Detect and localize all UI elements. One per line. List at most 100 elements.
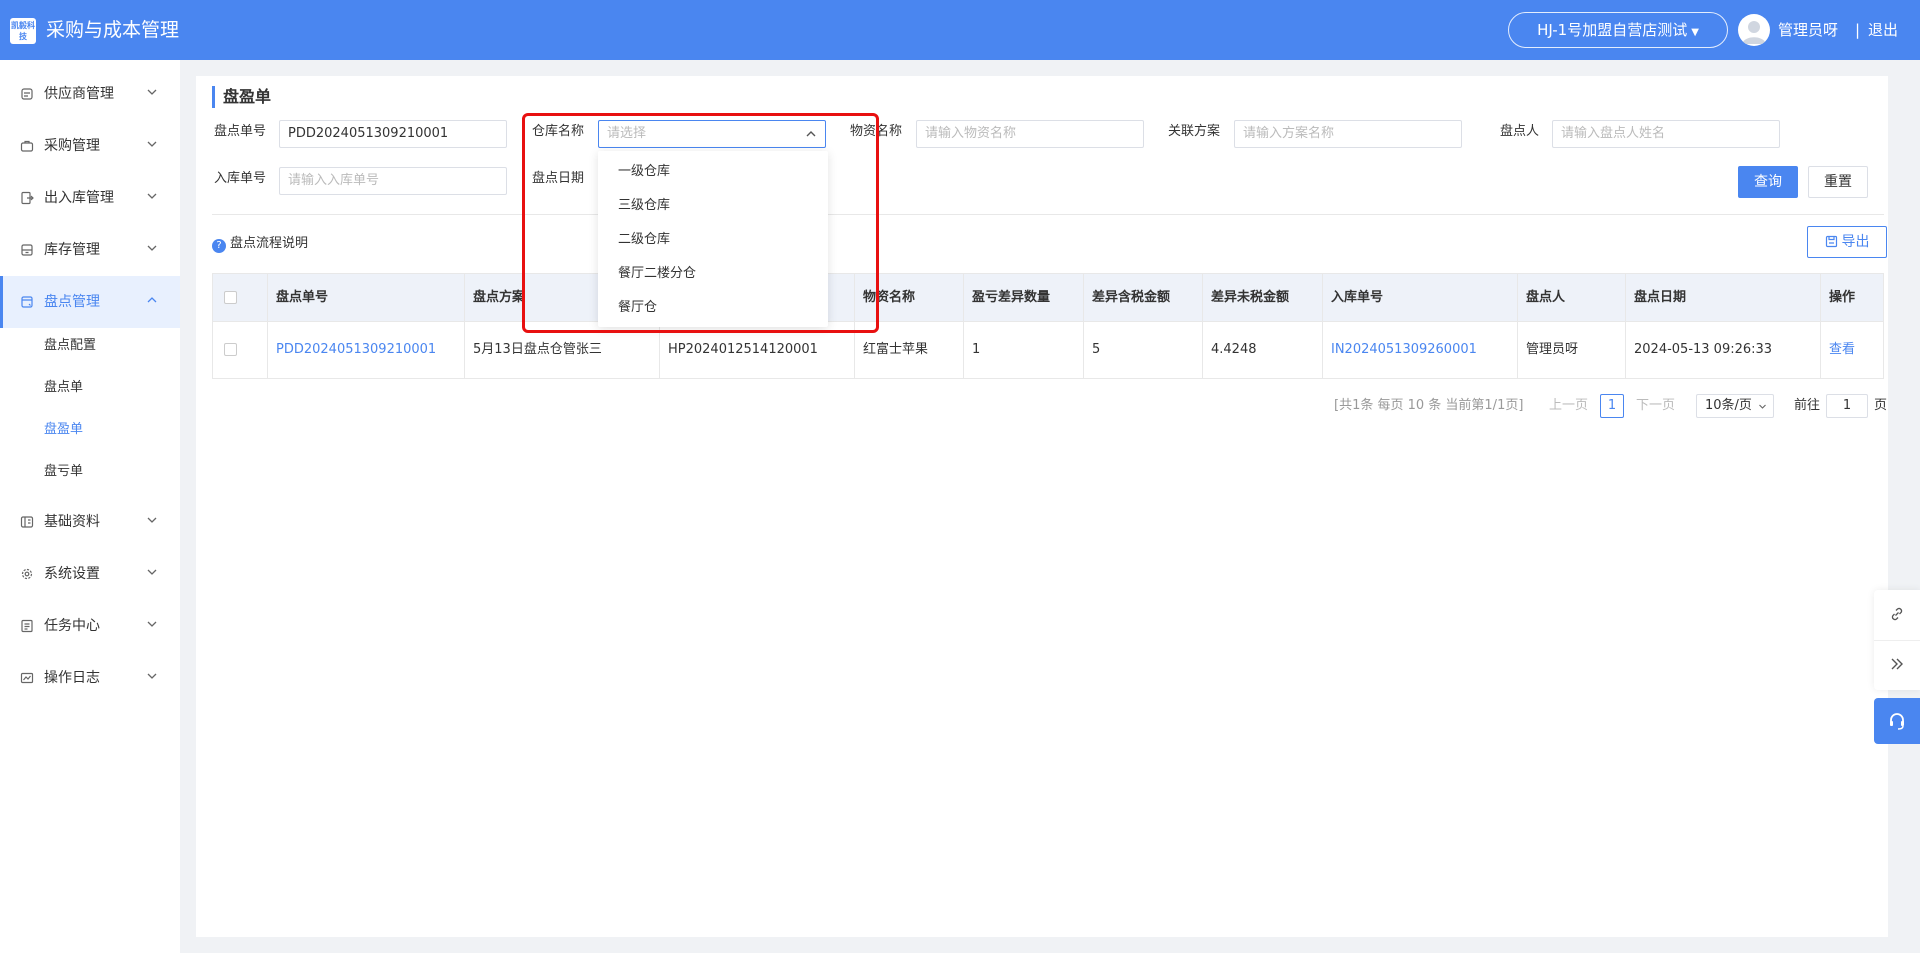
floating-toolbar [1874,590,1920,690]
sidebar-subitem-stocktake-config[interactable]: 盘点配置 [44,336,96,356]
goto-page-input[interactable]: 1 [1826,394,1868,418]
counter-label: 盘点人 [1500,124,1540,139]
date-cell: 2024-05-13 09:26:33 [1626,322,1821,378]
sidebar-item-inout[interactable]: 出入库管理 [0,172,180,224]
headset-icon [1890,713,1904,730]
pagination-summary: [共1条 每页 10 条 当前第1/1页] [1334,398,1524,413]
surplus-table: 盘点单号 盘点方案 物资名称 盈亏差异数量 差异含税金额 差异未税金额 入库单号… [212,273,1884,379]
code-cell: HP2024012514120001 [660,322,855,378]
col-header: 物资名称 [855,274,964,321]
material-input[interactable]: 请输入物资名称 [916,120,1144,148]
user-name[interactable]: 管理员呀 [1778,19,1838,41]
qty-diff-cell: 1 [964,322,1084,378]
chevron-down-icon [147,89,157,95]
sidebar-item-task-center[interactable]: 任务中心 [0,600,180,652]
sidebar-item-inventory[interactable]: 库存管理 [0,224,180,276]
inbound-no-input[interactable]: 请输入入库单号 [279,167,507,195]
export-button[interactable]: 导出 [1807,226,1887,258]
store-selector-button[interactable]: HJ-1号加盟自营店测试 ▼ [1508,12,1728,48]
warehouse-select[interactable]: 请选择 [598,120,826,148]
col-header: 操作 [1829,290,1856,305]
row-select-cell [213,322,268,378]
select-all-checkbox[interactable] [224,291,237,304]
task-icon [21,619,33,633]
sidebar-item-label: 盘点管理 [44,294,100,310]
stocktake-no-input[interactable]: PDD2024051309210001 [279,120,507,148]
plan-label: 关联方案 [1168,124,1221,139]
warehouse-option[interactable]: 餐厅二楼分仓 [618,264,696,284]
export-icon [1825,235,1837,248]
page-unit-label: 页 [1874,398,1888,413]
sidebar-item-stocktake[interactable]: 盘点管理 [0,276,180,328]
page-number-current[interactable]: 1 [1600,394,1624,418]
reset-button[interactable]: 重置 [1808,166,1868,198]
chevron-up-icon [147,297,157,303]
logout-link[interactable]: 退出 [1868,19,1898,41]
material-cell: 红富士苹果 [855,322,964,378]
prev-page-button[interactable]: 上一页 [1549,396,1588,416]
inbound-no-link[interactable]: IN2024051309260001 [1323,322,1518,378]
warehouse-option[interactable]: 二级仓库 [618,230,670,250]
col-header: 盈亏差异数量 [964,274,1084,321]
sidebar-item-label: 系统设置 [44,566,100,582]
inventory-icon [21,244,33,256]
chevron-down-icon [147,517,157,523]
divider [1874,640,1920,641]
stocktake-no-link[interactable]: PDD2024051309210001 [268,322,465,378]
supplier-icon [21,88,33,100]
sidebar-subitem-loss-order[interactable]: 盘亏单 [44,462,83,482]
avatar[interactable] [1738,14,1770,46]
chevron-down-icon [147,673,157,679]
table-header: 盘点单号 盘点方案 物资名称 盈亏差异数量 差异含税金额 差异未税金额 入库单号… [213,274,1883,322]
question-icon: ? [212,239,226,253]
stocktake-icon [21,296,33,308]
header-separator: | [1855,21,1861,39]
store-selector-label: HJ-1号加盟自营店测试 [1537,21,1688,39]
divider [212,214,1884,215]
main-panel: 盘盈单 盘点单号 PDD2024051309210001 仓库名称 请选择 物资… [196,76,1888,937]
chevron-down-icon [147,569,157,575]
table-row: PDD2024051309210001 5月13日盘点仓管张三 HP202401… [213,322,1883,378]
sidebar-item-supplier[interactable]: 供应商管理 [0,68,180,120]
sidebar-subitem-surplus-order[interactable]: 盘盈单 [44,420,83,440]
sidebar-item-purchase[interactable]: 采购管理 [0,120,180,172]
col-header: 盘点日期 [1626,274,1821,321]
sidebar-item-operation-log[interactable]: 操作日志 [0,652,180,704]
inbound-no-label: 入库单号 [214,171,267,186]
inout-icon [21,191,34,205]
double-chevron-right-icon[interactable] [1889,656,1905,672]
warehouse-select-placeholder: 请选择 [607,126,647,141]
sidebar-subitem-stocktake-order[interactable]: 盘点单 [44,378,83,398]
sidebar-item-basic-data[interactable]: 基础资料 [0,496,180,548]
customer-service-button[interactable] [1874,698,1920,744]
sidebar: 供应商管理 采购管理 出入库管理 库存管理 盘点管理 盘点配置 盘点单 盘盈单 … [0,60,180,953]
next-page-button[interactable]: 下一页 [1636,396,1675,416]
view-link[interactable]: 查看 [1821,322,1885,378]
col-header: 盘点人 [1518,274,1626,321]
sidebar-item-settings[interactable]: 系统设置 [0,548,180,600]
material-label: 物资名称 [850,124,903,139]
warehouse-option[interactable]: 三级仓库 [618,196,670,216]
query-button[interactable]: 查询 [1738,166,1798,198]
chevron-down-icon [147,245,157,251]
basic-data-icon [20,516,34,528]
counter-cell: 管理员呀 [1518,322,1626,378]
warehouse-option[interactable]: 一级仓库 [618,162,670,182]
gear-icon [21,568,33,580]
logo-text: 凯毅科技 [11,21,35,41]
warehouse-dropdown: 一级仓库 三级仓库 二级仓库 餐厅二楼分仓 餐厅仓 [598,151,828,327]
row-checkbox[interactable] [224,343,237,356]
chevron-down-icon [147,621,157,627]
page-size-select[interactable]: 10条/页 [1696,394,1774,418]
link-icon[interactable] [1889,606,1905,622]
counter-input[interactable]: 请输入盘点人姓名 [1552,120,1780,148]
sidebar-item-label: 基础资料 [44,514,100,530]
caret-down-icon: ▼ [1691,27,1699,38]
plan-input[interactable]: 请输入方案名称 [1234,120,1462,148]
col-header: 差异含税金额 [1084,274,1203,321]
user-avatar-icon [1742,21,1766,44]
amount-tax-cell: 5 [1084,322,1203,378]
warehouse-option[interactable]: 餐厅仓 [618,298,657,318]
stocktake-help-link[interactable]: ? 盘点流程说明 [212,234,308,254]
col-header: 盘点单号 [268,274,465,321]
